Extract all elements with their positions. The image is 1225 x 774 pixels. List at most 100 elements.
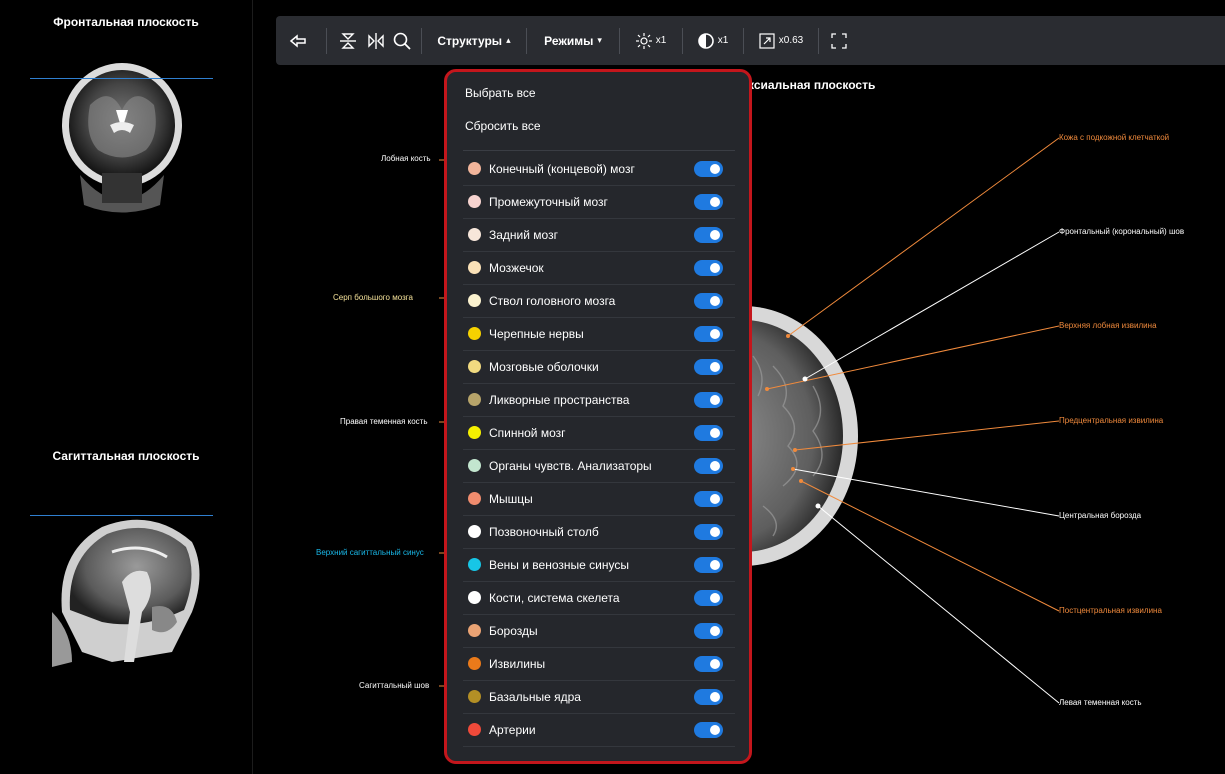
structure-item[interactable]: Артерии	[463, 713, 735, 747]
fullscreen-icon	[831, 32, 847, 49]
flip-vertical-button[interactable]	[333, 16, 363, 65]
annotation-left-parietal-bone[interactable]: Левая теменная кость	[1059, 698, 1142, 707]
sagittal-slice-line[interactable]	[30, 515, 213, 516]
structure-item[interactable]: Задний мозг	[463, 218, 735, 252]
annotation-sagittal-suture[interactable]: Сагиттальный шов	[359, 681, 429, 690]
structure-toggle[interactable]	[694, 193, 723, 210]
color-swatch-icon	[468, 624, 481, 637]
structure-item[interactable]: Извилины	[463, 647, 735, 681]
flip-vertical-icon	[340, 32, 356, 49]
structure-item[interactable]: Конечный (концевой) мозг	[463, 152, 735, 186]
toggle-knob	[710, 592, 720, 603]
color-swatch-icon	[468, 492, 481, 505]
structure-item[interactable]: Базальные ядра	[463, 680, 735, 714]
annotation-superior-sagittal-sinus[interactable]: Верхний сагиттальный синус	[316, 548, 424, 557]
toggle-knob	[710, 493, 720, 504]
structure-item[interactable]: Мозжечок	[463, 251, 735, 285]
structure-toggle[interactable]	[694, 292, 723, 309]
color-swatch-icon	[468, 657, 481, 670]
toolbar-separator	[326, 27, 327, 54]
structure-toggle[interactable]	[694, 160, 723, 177]
toolbar: Структуры ▴ Режимы ▾ x1 x1 x0.63	[276, 16, 1225, 65]
structures-dropdown-button[interactable]: Структуры ▴	[428, 16, 520, 65]
zoom-button[interactable]: x0.63	[750, 16, 812, 65]
fullscreen-button[interactable]	[825, 16, 853, 65]
toggle-knob	[710, 394, 720, 405]
annotation-precentral-gyrus[interactable]: Предцентральная извилина	[1059, 416, 1163, 425]
structure-item[interactable]: Спинной мозг	[463, 416, 735, 450]
structure-item[interactable]: Позвоночный столб	[463, 515, 735, 549]
search-button[interactable]	[389, 16, 415, 65]
structure-toggle[interactable]	[694, 688, 723, 705]
structure-toggle[interactable]	[694, 457, 723, 474]
structure-item[interactable]: Промежуточный мозг	[463, 185, 735, 219]
structure-toggle[interactable]	[694, 490, 723, 507]
structure-toggle[interactable]	[694, 325, 723, 342]
structure-item-label: Кости, система скелета	[489, 590, 620, 605]
structure-item[interactable]: Борозды	[463, 614, 735, 648]
structure-item[interactable]: Органы чувств. Анализаторы	[463, 449, 735, 483]
color-swatch-icon	[468, 228, 481, 241]
select-all-option[interactable]: Выбрать все	[465, 86, 536, 100]
sagittal-plane-image[interactable]	[52, 512, 202, 667]
structure-item[interactable]: Ствол головного мозга	[463, 284, 735, 318]
toolbar-separator	[421, 27, 422, 54]
toolbar-separator	[619, 27, 620, 54]
modes-label: Режимы	[544, 33, 594, 48]
toggle-knob	[710, 559, 720, 570]
toggle-knob	[710, 460, 720, 471]
structure-toggle[interactable]	[694, 655, 723, 672]
structure-item-label: Промежуточный мозг	[489, 194, 608, 209]
annotation-skin[interactable]: Кожа с подкожной клетчаткой	[1059, 133, 1169, 142]
toggle-knob	[710, 262, 720, 273]
structure-toggle[interactable]	[694, 226, 723, 243]
modes-dropdown-button[interactable]: Режимы ▾	[533, 16, 613, 65]
annotation-central-sulcus[interactable]: Центральная борозда	[1059, 511, 1141, 520]
back-button[interactable]	[276, 16, 320, 65]
structure-item[interactable]: Вены и венозные синусы	[463, 548, 735, 582]
frontal-slice-line[interactable]	[30, 78, 213, 79]
structure-item-label: Вены и венозные синусы	[489, 557, 629, 572]
structure-toggle[interactable]	[694, 523, 723, 540]
annotation-coronal-suture[interactable]: Фронтальный (корональный) шов	[1059, 227, 1184, 236]
toolbar-separator	[818, 27, 819, 54]
annotation-falx-cerebri[interactable]: Серп большого мозга	[333, 293, 413, 302]
frontal-plane-image[interactable]	[50, 55, 193, 215]
color-swatch-icon	[468, 525, 481, 538]
toolbar-separator	[526, 27, 527, 54]
structure-item[interactable]: Мозговые оболочки	[463, 350, 735, 384]
toggle-knob	[710, 526, 720, 537]
toggle-knob	[710, 295, 720, 306]
structure-item[interactable]: Черепные нервы	[463, 317, 735, 351]
color-swatch-icon	[468, 261, 481, 274]
annotation-superior-frontal-gyrus[interactable]: Верхняя лобная извилина	[1059, 321, 1157, 330]
structure-toggle[interactable]	[694, 556, 723, 573]
reset-all-option[interactable]: Сбросить все	[465, 119, 541, 133]
structure-toggle[interactable]	[694, 424, 723, 441]
toggle-knob	[710, 625, 720, 636]
structure-toggle[interactable]	[694, 259, 723, 276]
toolbar-separator	[743, 27, 744, 54]
structure-toggle[interactable]	[694, 721, 723, 738]
structure-toggle[interactable]	[694, 391, 723, 408]
structure-toggle[interactable]	[694, 589, 723, 606]
color-swatch-icon	[468, 459, 481, 472]
sagittal-plane-title: Сагиттальная плоскость	[52, 449, 200, 463]
flip-horizontal-button[interactable]	[363, 16, 389, 65]
structure-toggle[interactable]	[694, 358, 723, 375]
annotation-right-parietal-bone[interactable]: Правая теменная кость	[340, 417, 428, 426]
structure-toggle[interactable]	[694, 622, 723, 639]
back-arrow-icon	[289, 33, 306, 48]
contrast-button[interactable]: x1	[689, 16, 737, 65]
structure-item-label: Спинной мозг	[489, 425, 566, 440]
toggle-knob	[710, 658, 720, 669]
color-swatch-icon	[468, 393, 481, 406]
annotation-postcentral-gyrus[interactable]: Постцентральная извилина	[1059, 606, 1162, 615]
structure-item[interactable]: Ликворные пространства	[463, 383, 735, 417]
brightness-value: x1	[655, 35, 667, 46]
brightness-button[interactable]: x1	[626, 16, 676, 65]
annotation-frontal-bone[interactable]: Лобная кость	[381, 154, 431, 163]
structure-item[interactable]: Кости, система скелета	[463, 581, 735, 615]
structure-item-label: Артерии	[489, 722, 536, 737]
structure-item[interactable]: Мышцы	[463, 482, 735, 516]
